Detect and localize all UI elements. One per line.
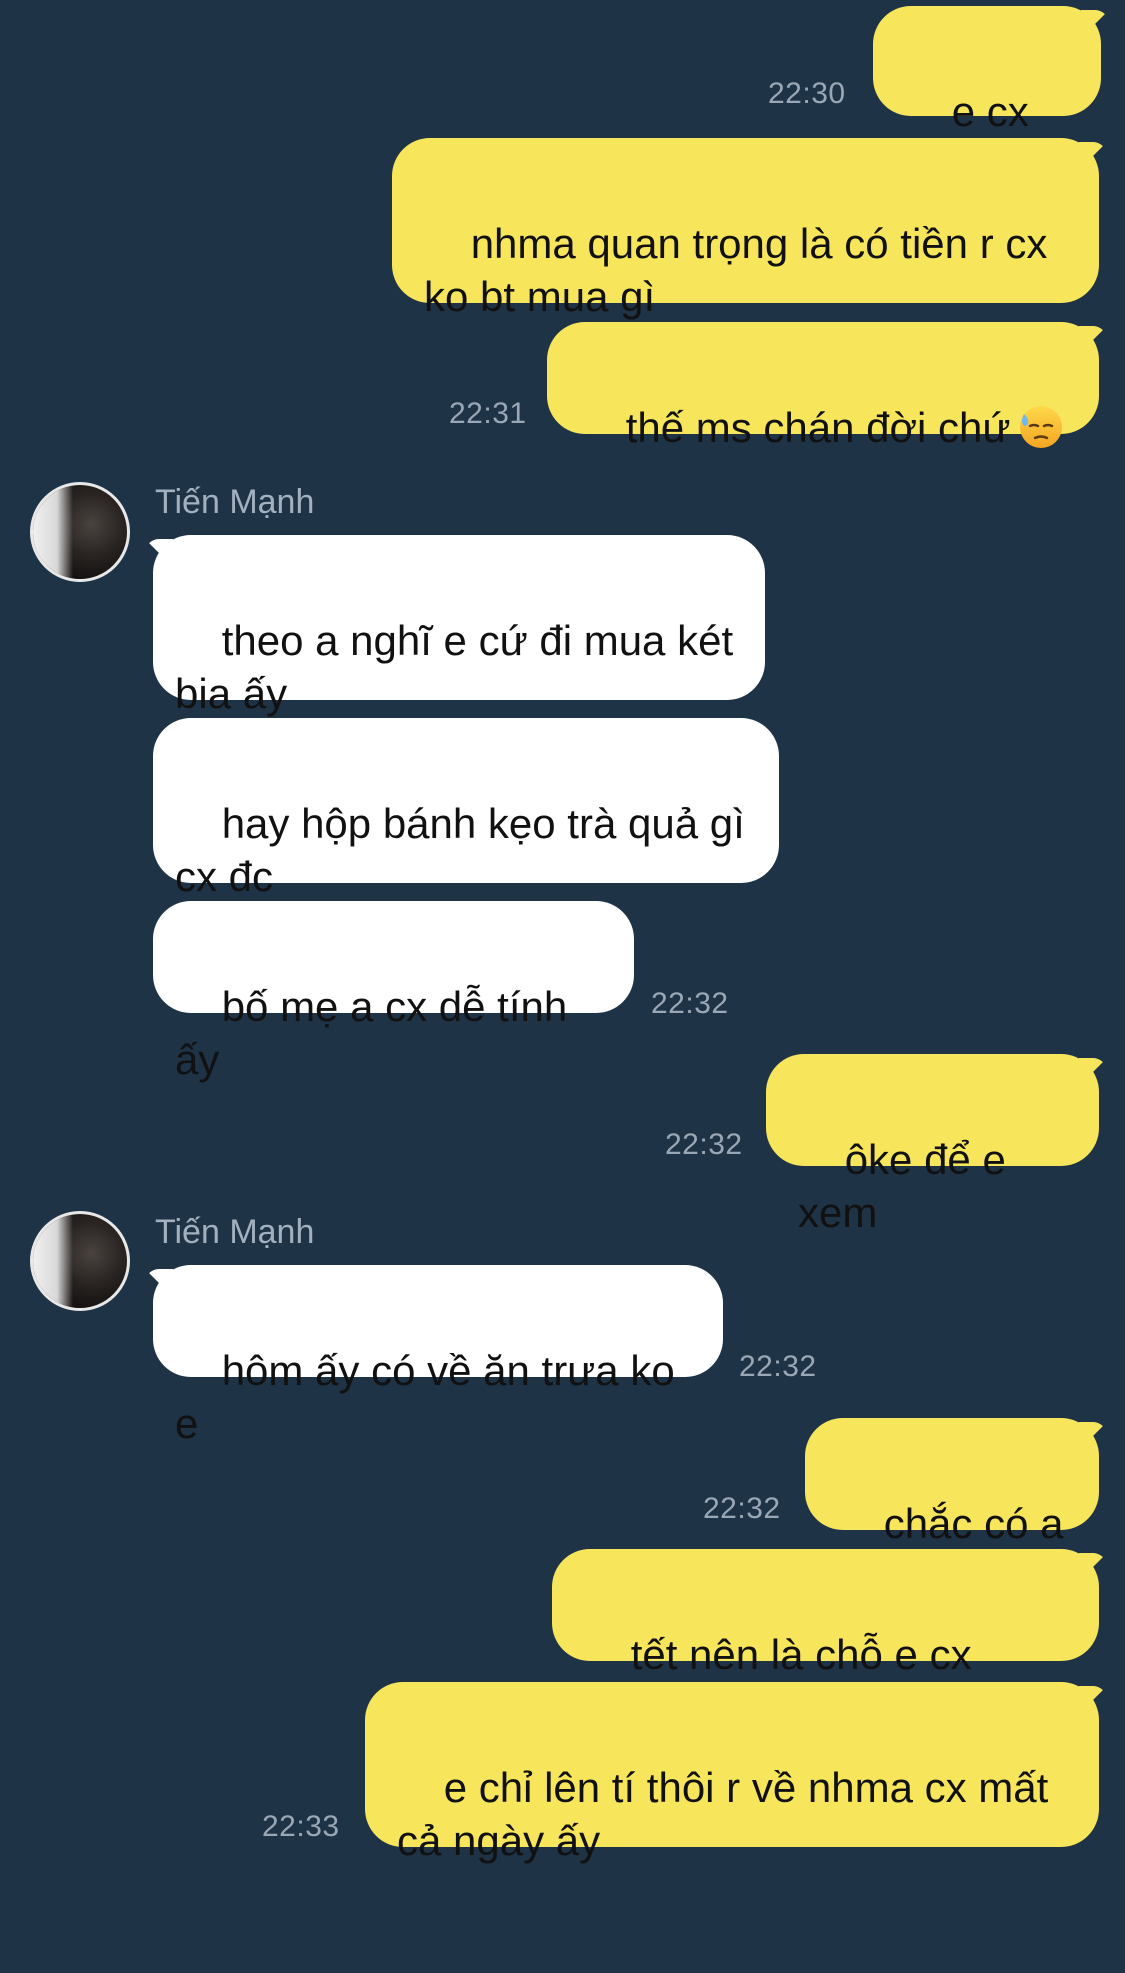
contact-avatar[interactable]	[30, 482, 130, 582]
bubble-tail	[1079, 142, 1107, 170]
sender-name: Tiến Mạnh	[155, 1213, 315, 1251]
timestamp: 22:32	[739, 1350, 817, 1383]
message-text: theo a nghĩ e cứ đi mua két bia ấy	[175, 617, 734, 717]
sender-name: Tiến Mạnh	[155, 483, 315, 521]
message-bubble-incoming[interactable]: hay hộp bánh kẹo trà quả gì cx đc	[153, 718, 779, 900]
message-bubble-outgoing[interactable]: e cx bt r	[873, 6, 1109, 188]
message-text: thế ms chán đời chứ	[625, 404, 1011, 451]
bubble-tail	[145, 1269, 173, 1297]
timestamp: 22:33	[262, 1810, 340, 1843]
message-text: ôke để e xem	[798, 1136, 1018, 1236]
bubble-tail	[1079, 1686, 1107, 1714]
bubble-tail	[1079, 1553, 1107, 1581]
bubble-tail	[1079, 1058, 1107, 1086]
bubble-tail	[145, 539, 173, 567]
message-text: e chỉ lên tí thôi r về nhma cx mất cả ng…	[397, 1764, 1049, 1864]
message-bubble-outgoing[interactable]: tết nên là chỗ e cx vắng	[552, 1549, 1107, 1731]
message-text: hay hộp bánh kẹo trà quả gì cx đc	[175, 800, 745, 900]
message-text: hôm ấy có về ăn trưa ko e	[175, 1347, 687, 1447]
message-text: bố mẹ a cx dễ tính ấy	[175, 983, 579, 1083]
message-bubble-incoming[interactable]: theo a nghĩ e cứ đi mua két bia ấy	[145, 535, 765, 717]
bubble-tail	[1079, 326, 1107, 354]
message-text: nhma quan trọng là có tiền r cx ko bt mu…	[424, 220, 1048, 320]
message-bubble-outgoing[interactable]: e chỉ lên tí thôi r về nhma cx mất cả ng…	[365, 1682, 1107, 1864]
message-bubble-outgoing[interactable]: thế ms chán đời chứ	[547, 322, 1107, 451]
timestamp: 22:30	[768, 77, 846, 110]
timestamp: 22:32	[665, 1128, 743, 1161]
timestamp: 22:31	[449, 397, 527, 430]
chat-thread[interactable]: 22:30 e cx bt r nhma quan trọng là có ti…	[0, 0, 1125, 1880]
timestamp: 22:32	[651, 987, 729, 1020]
message-bubble-incoming[interactable]: hôm ấy có về ăn trưa ko e	[145, 1265, 723, 1447]
message-bubble-outgoing[interactable]: nhma quan trọng là có tiền r cx ko bt mu…	[392, 138, 1107, 320]
downcast-sweat-face-emoji	[1019, 406, 1062, 448]
bubble-tail	[1081, 10, 1109, 38]
message-bubble-incoming[interactable]: bố mẹ a cx dễ tính ấy	[153, 901, 634, 1083]
message-bubble-outgoing[interactable]: chắc có a ạ	[805, 1418, 1107, 1600]
contact-avatar[interactable]	[30, 1211, 130, 1311]
bubble-tail	[1079, 1422, 1107, 1450]
timestamp: 22:32	[703, 1492, 781, 1525]
message-bubble-outgoing[interactable]: ôke để e xem	[766, 1054, 1107, 1236]
